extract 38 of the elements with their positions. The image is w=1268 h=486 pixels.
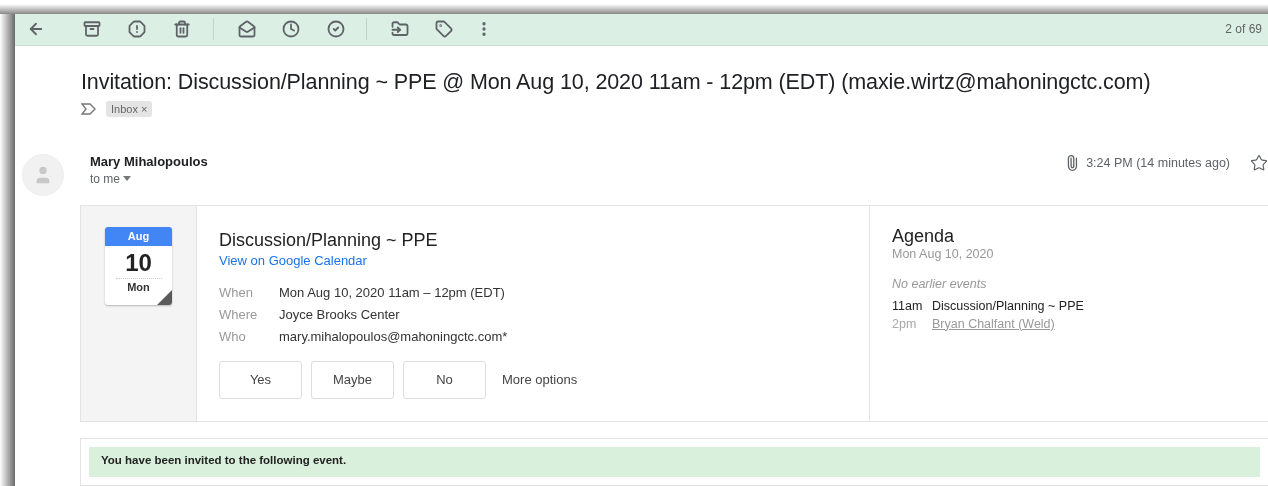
recipient-dropdown[interactable]: to me	[90, 171, 208, 186]
dropdown-caret-icon[interactable]	[123, 176, 131, 181]
rsvp-button[interactable]: Yes	[219, 360, 302, 399]
archive-icon[interactable]	[83, 20, 101, 39]
delete-icon[interactable]	[173, 20, 191, 39]
clock-icon[interactable]	[282, 20, 300, 39]
sender-name: Mary Mihalopoulos	[90, 153, 208, 169]
agenda-title: Agenda	[892, 225, 956, 247]
message-counter: 2 of 69	[1225, 22, 1262, 37]
report-spam-icon[interactable]	[128, 20, 146, 39]
rsvp-button[interactable]: Maybe	[311, 360, 394, 399]
agenda-date: Mon Aug 10, 2020	[892, 246, 995, 261]
event-time: 11am	[892, 298, 924, 313]
agenda-note: No earlier events	[892, 276, 988, 291]
detail-value: Mon Aug 10, 2020 11am – 12pm (EDT)	[279, 284, 506, 300]
label-chip[interactable]: Inbox ×	[106, 100, 153, 117]
calendar-link[interactable]: View on Google Calendar	[219, 252, 367, 268]
detail-label: Where	[219, 306, 259, 322]
message-time: 3:24 PM (14 minutes ago)	[1086, 155, 1230, 170]
move-to-folder-icon[interactable]	[391, 20, 409, 39]
mail-open-icon[interactable]	[238, 20, 256, 39]
detail-label: Who	[219, 328, 247, 344]
label-icon[interactable]	[435, 20, 453, 39]
event-name: Discussion/Planning ~ PPE	[932, 298, 1084, 313]
event-title: Discussion/Planning ~ PPE	[219, 229, 439, 251]
importance-marker-icon[interactable]	[81, 102, 96, 115]
calendar-date-icon: Aug 10 Mon	[105, 226, 172, 305]
email-subject: Invitation: Discussion/Planning ~ PPE @ Mon Aug 10, 2020 11am - 12pm (EDT) (maxie.wirtz@mahoningctc.com)	[81, 69, 1152, 95]
detail-value: Joyce Brooks Center	[279, 306, 401, 322]
detail-value: mary.mihalopoulos@mahoningctc.com*	[279, 328, 509, 344]
star-icon[interactable]	[1250, 153, 1268, 172]
rsvp-button[interactable]: No	[403, 360, 486, 399]
invitation-banner: You have been invited to the following event.	[89, 446, 1260, 477]
add-task-icon[interactable]	[327, 20, 345, 39]
avatar	[22, 153, 64, 196]
event-time: 2pm	[892, 316, 918, 331]
more-options-link[interactable]: More options	[502, 372, 578, 387]
detail-label: When	[219, 284, 254, 300]
